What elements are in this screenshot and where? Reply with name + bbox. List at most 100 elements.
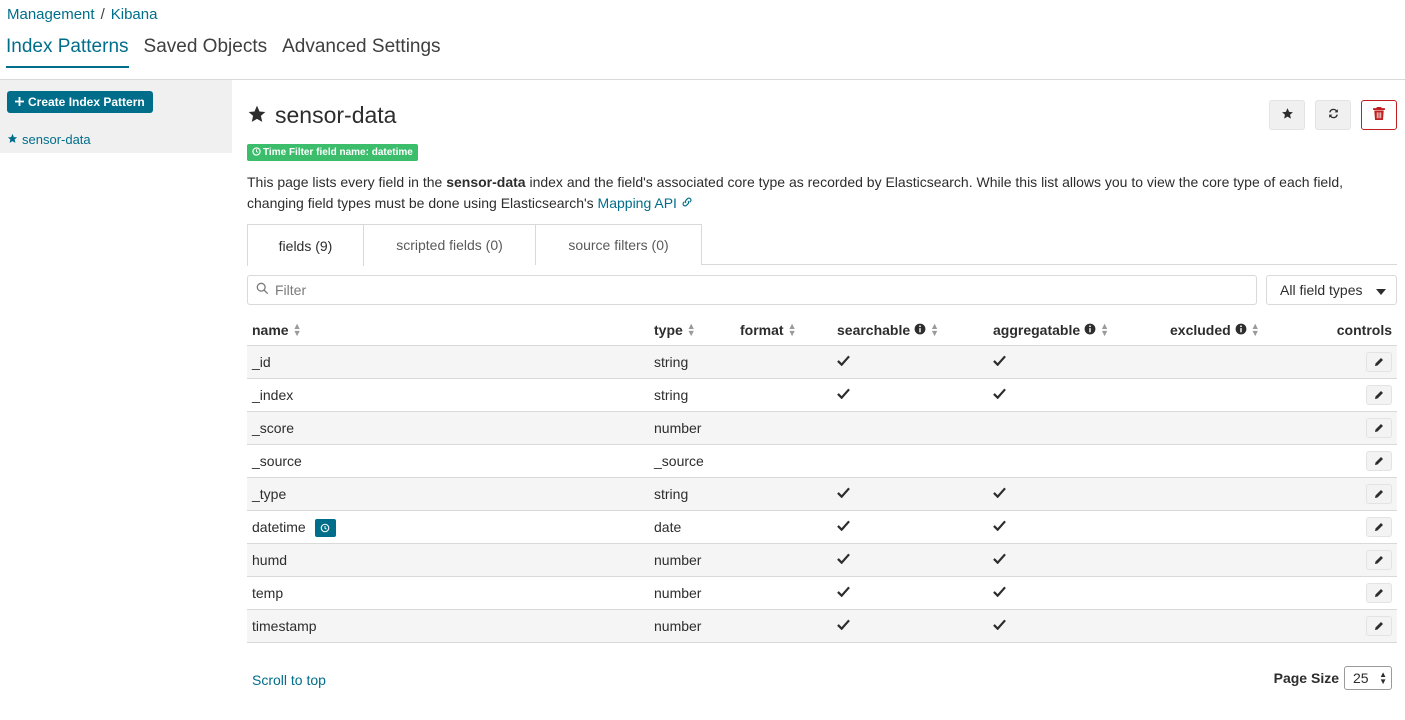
column-header-aggregatable[interactable]: aggregatable ▲ ▼ <box>993 322 1109 339</box>
edit-field-button[interactable] <box>1366 484 1392 504</box>
field-name: _index <box>252 387 293 403</box>
sort-icon: ▲ ▼ <box>686 321 696 338</box>
refresh-icon <box>1327 107 1340 123</box>
breadcrumb-management[interactable]: Management <box>7 6 95 23</box>
info-icon[interactable] <box>1235 322 1247 338</box>
tab-source-filters[interactable]: source filters (0) <box>535 224 702 265</box>
field-name-text: _index <box>252 387 294 403</box>
create-index-pattern-button[interactable]: Create Index Pattern <box>7 91 153 113</box>
filter-box <box>247 275 1257 305</box>
delete-pattern-button[interactable] <box>1361 100 1397 130</box>
page-size-select[interactable]: 25 ▲ ▼ <box>1344 666 1392 690</box>
tab-scripted-fields[interactable]: scripted fields (0) <box>363 224 536 265</box>
nav-advanced-settings[interactable]: Advanced Settings <box>282 36 440 68</box>
column-label: excluded <box>1170 322 1231 338</box>
description-text: This page lists every field in the <box>247 174 447 190</box>
check-icon <box>993 552 1006 567</box>
scroll-to-top-link[interactable]: Scroll to top <box>252 672 326 688</box>
star-icon <box>7 132 18 147</box>
column-header-name[interactable]: name ▲ ▼ <box>252 322 302 339</box>
check-icon <box>837 519 850 534</box>
table-row: _id string <box>247 346 1397 379</box>
check-icon <box>837 486 850 501</box>
link-icon <box>681 195 693 211</box>
check-icon <box>837 354 850 369</box>
field-tabs: fields (9) scripted fields (0) source fi… <box>247 224 1397 266</box>
fields-table: name ▲ ▼ type ▲ ▼ format ▲ ▼ searchable ▲ ▼ aggr… <box>247 316 1397 643</box>
pencil-icon <box>1374 420 1384 436</box>
breadcrumb-kibana[interactable]: Kibana <box>111 6 158 23</box>
check-icon <box>993 519 1006 534</box>
column-header-type[interactable]: type ▲ ▼ <box>654 321 696 339</box>
column-header-searchable[interactable]: searchable ▲ ▼ <box>837 321 940 339</box>
info-icon[interactable] <box>1084 322 1096 338</box>
nav-index-patterns[interactable]: Index Patterns <box>6 36 129 68</box>
page-title: sensor-data <box>275 102 397 128</box>
column-label: type <box>654 322 683 338</box>
pencil-icon <box>1374 519 1384 535</box>
edit-field-button[interactable] <box>1366 616 1392 636</box>
page-size-label: Page Size <box>1273 670 1339 686</box>
edit-field-button[interactable] <box>1366 418 1392 438</box>
tab-fields[interactable]: fields (9) <box>247 224 364 266</box>
sidebar-item-sensor-data[interactable]: sensor-data <box>7 132 91 147</box>
column-header-controls: controls <box>1337 322 1392 338</box>
field-name: temp <box>252 585 283 601</box>
edit-field-button[interactable] <box>1366 352 1392 372</box>
column-header-format[interactable]: format ▲ ▼ <box>740 322 796 339</box>
column-header-excluded[interactable]: excluded ▲ ▼ <box>1170 322 1260 339</box>
time-filter-label: Time Filter field name: datetime <box>263 147 413 158</box>
stepper-icon: ▲ ▼ <box>1379 670 1387 686</box>
table-row: humd number <box>247 544 1397 577</box>
pencil-icon <box>1374 585 1384 601</box>
time-filter-badge: Time Filter field name: datetime <box>247 144 418 161</box>
edit-field-button[interactable] <box>1366 550 1392 570</box>
filter-input[interactable] <box>275 282 1256 298</box>
check-icon <box>993 618 1006 633</box>
star-icon <box>1281 107 1294 123</box>
description-pattern-name: sensor-data <box>446 174 526 190</box>
field-type: date <box>654 519 682 535</box>
sidebar-item-label: sensor-data <box>22 132 91 147</box>
field-type-select[interactable]: All field types <box>1266 275 1397 305</box>
edit-field-button[interactable] <box>1366 583 1392 603</box>
pencil-icon <box>1374 486 1384 502</box>
column-label: aggregatable <box>993 322 1081 338</box>
field-name-text: temp <box>252 585 284 601</box>
trash-icon <box>1373 107 1385 123</box>
field-name-text: timestamp <box>252 618 317 634</box>
field-type: string <box>654 387 689 403</box>
create-index-pattern-label: Create Index Pattern <box>28 95 145 109</box>
star-icon <box>247 104 267 128</box>
refresh-fields-button[interactable] <box>1315 100 1351 130</box>
set-default-button[interactable] <box>1269 100 1305 130</box>
nav-saved-objects[interactable]: Saved Objects <box>144 36 268 68</box>
field-type: string <box>654 354 689 370</box>
column-label: format <box>740 322 784 338</box>
edit-field-button[interactable] <box>1366 517 1392 537</box>
field-name: _type <box>252 486 286 502</box>
check-icon <box>837 552 850 567</box>
check-icon <box>993 585 1006 600</box>
table-row: datetime date <box>247 511 1397 544</box>
check-icon <box>837 387 850 402</box>
sort-icon: ▲ ▼ <box>930 321 940 338</box>
table-body: _id string _index string _score number _source… <box>247 346 1397 643</box>
field-name: _id <box>252 354 271 370</box>
breadcrumb: Management / Kibana <box>7 6 157 23</box>
page-size-value: 25 <box>1353 670 1369 686</box>
field-type: string <box>654 486 689 502</box>
table-row: _source _source <box>247 445 1397 478</box>
field-name-text: humd <box>252 552 288 568</box>
field-name-text: _score <box>252 420 295 436</box>
info-icon[interactable] <box>914 322 926 338</box>
pencil-icon <box>1374 453 1384 469</box>
field-type: number <box>654 552 702 568</box>
field-type-select-value: All field types <box>1280 282 1363 298</box>
mapping-api-link[interactable]: Mapping API <box>598 195 693 211</box>
field-name-text: _id <box>252 354 271 370</box>
table-row: _score number <box>247 412 1397 445</box>
edit-field-button[interactable] <box>1366 385 1392 405</box>
breadcrumb-separator: / <box>100 6 105 23</box>
edit-field-button[interactable] <box>1366 451 1392 471</box>
